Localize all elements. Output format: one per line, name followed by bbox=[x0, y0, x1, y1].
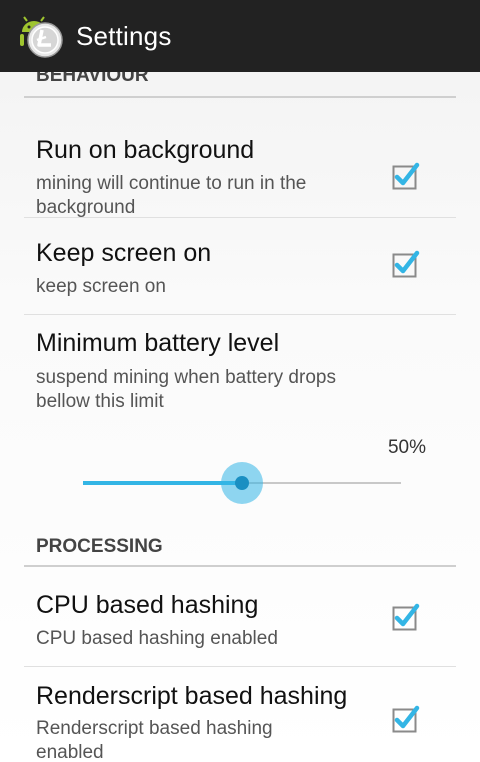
battery-level-slider[interactable] bbox=[83, 461, 401, 505]
battery-level-value: 50% bbox=[387, 437, 426, 458]
pref-run-on-background[interactable]: Run on background mining will continue t… bbox=[24, 98, 456, 218]
run-on-background-checkbox[interactable] bbox=[392, 162, 420, 190]
pref-minimum-battery-level[interactable]: Minimum battery level suspend mining whe… bbox=[24, 315, 456, 529]
action-bar: Settings bbox=[0, 0, 480, 72]
pref-summary: Renderscript based hashing enabled bbox=[36, 718, 273, 762]
pref-summary: keep screen on bbox=[36, 276, 166, 297]
checkmark-icon bbox=[392, 705, 420, 733]
pref-cpu-hashing[interactable]: CPU based hashing CPU based hashing enab… bbox=[24, 567, 456, 667]
pref-title: Keep screen on bbox=[36, 239, 212, 267]
pref-summary: CPU based hashing enabled bbox=[36, 628, 278, 649]
pref-title: Renderscript based hashing bbox=[36, 682, 348, 710]
checkmark-icon bbox=[392, 603, 420, 631]
pref-title: Run on background bbox=[36, 136, 255, 164]
pref-summary: mining will continue to run in the backg… bbox=[36, 173, 307, 218]
settings-screen: Settings BEHAVIOUR Run on background min… bbox=[0, 0, 480, 762]
android-litecoin-app-icon[interactable] bbox=[18, 12, 66, 60]
pref-summary: suspend mining when battery drops bellow… bbox=[36, 367, 336, 412]
pref-renderscript-hashing[interactable]: Renderscript based hashing Renderscript … bbox=[24, 667, 456, 762]
action-bar-title: Settings bbox=[76, 20, 172, 51]
renderscript-hashing-checkbox[interactable] bbox=[392, 705, 420, 733]
pref-keep-screen-on[interactable]: Keep screen on keep screen on bbox=[24, 218, 456, 315]
cpu-hashing-checkbox[interactable] bbox=[392, 603, 420, 631]
category-header-processing: PROCESSING bbox=[24, 529, 456, 567]
keep-screen-on-checkbox[interactable] bbox=[392, 250, 420, 278]
pref-title: CPU based hashing bbox=[36, 591, 259, 619]
checkmark-icon bbox=[392, 162, 420, 190]
checkmark-icon bbox=[392, 250, 420, 278]
preferences-list[interactable]: BEHAVIOUR Run on background mining will … bbox=[0, 72, 480, 762]
category-header-behaviour: BEHAVIOUR bbox=[24, 72, 456, 98]
pref-title: Minimum battery level bbox=[36, 329, 280, 357]
